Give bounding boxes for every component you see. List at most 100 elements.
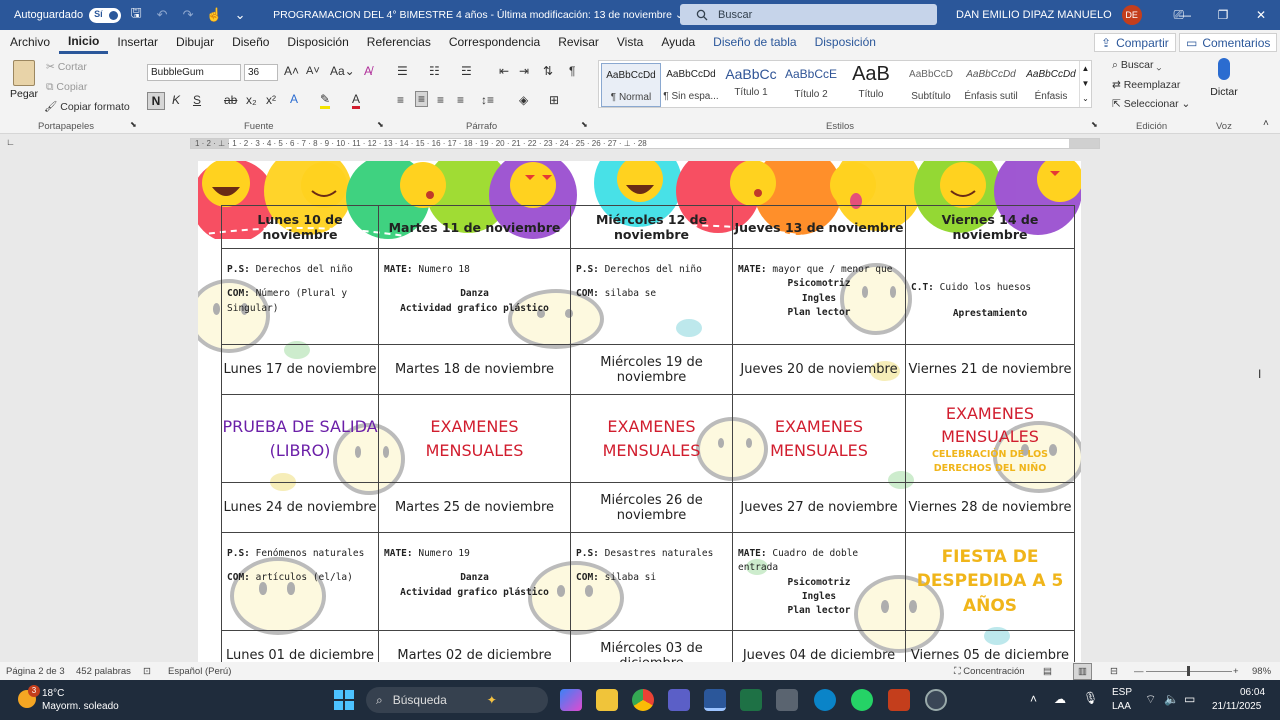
focus-mode[interactable]: ⛶ Concentración (954, 666, 1025, 677)
battery-icon[interactable]: ▭ (1184, 692, 1195, 706)
event-cell[interactable]: EXAMENES MENSUALES CELEBRACIÓN DE LOS DE… (905, 394, 1075, 483)
day-header[interactable]: Jueves 13 de noviembre (732, 205, 906, 249)
activity-cell[interactable]: MATE: Numero 18 Danza Actividad grafico … (378, 248, 571, 345)
activity-cell[interactable]: MATE: Numero 19 Danza Actividad grafico … (378, 532, 571, 631)
chevron-down-icon[interactable]: ▼ (1082, 79, 1090, 88)
date-cell[interactable]: Lunes 01 de diciembre (221, 630, 379, 662)
collapse-ribbon-icon[interactable]: ˄ (1263, 118, 1269, 129)
style-subtitle[interactable]: AaBbCcD Subtítulo (901, 63, 961, 107)
shrink-font-icon[interactable]: A˅ (306, 65, 320, 77)
more-styles-icon[interactable]: ⌄ (1082, 94, 1089, 103)
tab-correspondencia[interactable]: Correspondencia (440, 30, 549, 54)
justify-icon[interactable]: ≡ (457, 93, 464, 107)
clear-format-icon[interactable]: A̸ (364, 64, 372, 78)
paste-button[interactable]: Pegar (8, 60, 40, 110)
change-case-icon[interactable]: Aa⌄ (330, 64, 355, 78)
word-count[interactable]: 452 palabras (76, 666, 131, 677)
text-effects-icon[interactable]: A (290, 92, 298, 106)
tab-disposicion[interactable]: Disposición (278, 30, 357, 54)
chevron-up-icon[interactable]: ˄ (1030, 692, 1037, 706)
activity-cell[interactable]: P.S: Derechos del niño COM: silaba se (570, 248, 733, 345)
edge-icon[interactable] (814, 689, 836, 711)
day-header[interactable]: Viernes 14 de noviembre (905, 205, 1075, 249)
document-page[interactable]: Lunes 10 de noviembre Martes 11 de novie… (198, 161, 1081, 662)
date-cell[interactable]: Martes 18 de noviembre (378, 344, 571, 395)
style-heading-1[interactable]: AaBbCc Título 1 (721, 63, 781, 107)
clock-time[interactable]: 06:04 (1240, 687, 1265, 698)
undo-icon[interactable]: ↶ (151, 4, 173, 26)
zoom-out-icon[interactable]: — (1134, 666, 1144, 677)
align-left-icon[interactable]: ≡ (397, 93, 404, 107)
powerpoint-icon[interactable] (888, 689, 910, 711)
activity-cell[interactable]: C.T: Cuido los huesos Apresta​miento (905, 248, 1075, 345)
day-header[interactable]: Lunes 10 de noviembre (221, 205, 379, 249)
onedrive-icon[interactable]: ☁ (1054, 692, 1066, 706)
replace-button[interactable]: ⇄ Reemplazar (1112, 79, 1180, 91)
proofing-icon[interactable]: ⊡ (143, 666, 151, 677)
style-normal[interactable]: AaBbCcDd ¶ Normal (601, 63, 661, 107)
app-icon[interactable] (925, 689, 947, 711)
activity-cell[interactable]: P.S: Desastres naturales COM: silaba si (570, 532, 733, 631)
avatar[interactable]: DE (1121, 5, 1142, 25)
font-size-input[interactable]: 36 (244, 64, 278, 81)
chrome-icon[interactable] (632, 689, 654, 711)
align-center-icon[interactable]: ≡ (415, 91, 429, 107)
tab-revisar[interactable]: Revisar (549, 30, 608, 54)
date-cell[interactable]: Lunes 24 de noviembre (221, 482, 379, 533)
user-account[interactable]: DAN EMILIO DIPAZ MANUELO DE ⎚ (956, 0, 1190, 30)
page-count[interactable]: Página 2 de 3 (6, 666, 65, 677)
format-painter-button[interactable]: 🖌 Copiar formato (44, 100, 130, 113)
activity-cell[interactable]: P.S: Fenómenos naturales COM: artículos … (221, 532, 379, 631)
excel-icon[interactable] (740, 689, 762, 711)
copilot-icon[interactable] (560, 689, 582, 711)
subscript-icon[interactable]: x₂ (246, 93, 257, 107)
date-cell[interactable]: Miércoles 03 de diciembre (570, 630, 733, 662)
styles-launcher-icon[interactable]: ⬊ (1091, 120, 1098, 129)
touch-mode-icon[interactable]: ☝ (203, 4, 225, 26)
teams-icon[interactable] (668, 689, 690, 711)
share-button[interactable]: ⇪ Compartir (1094, 33, 1176, 52)
date-cell[interactable]: Miércoles 19 de noviembre (570, 344, 733, 395)
search-box[interactable]: Buscar (680, 4, 937, 25)
volume-icon[interactable]: 🔈 (1164, 692, 1179, 706)
style-emphasis[interactable]: AaBbCcDd Énfasis (1021, 63, 1081, 107)
web-layout-icon[interactable]: ⊟ (1110, 666, 1118, 677)
strikethrough-icon[interactable]: ab (224, 93, 237, 107)
style-subtle-emphasis[interactable]: AaBbCcDd Énfasis sutil (961, 63, 1021, 107)
date-cell[interactable]: Jueves 27 de noviembre (732, 482, 906, 533)
taskbar-search[interactable]: ⌕ Búsqueda ✦ (366, 687, 548, 713)
bold-button[interactable]: N (147, 92, 165, 110)
paragraph-launcher-icon[interactable]: ⬊ (581, 120, 588, 129)
print-layout-icon[interactable]: ▥ (1073, 663, 1092, 680)
numbering-icon[interactable]: ☷ (429, 64, 440, 78)
maximize-icon[interactable]: ❐ (1204, 0, 1242, 30)
date-cell[interactable]: Jueves 20 de noviembre (732, 344, 906, 395)
whatsapp-icon[interactable] (851, 689, 873, 711)
language[interactable]: Español (Perú) (168, 666, 231, 677)
sort-icon[interactable]: ⇅ (543, 64, 553, 78)
zoom-slider-thumb[interactable] (1187, 666, 1190, 676)
align-right-icon[interactable]: ≡ (437, 93, 444, 107)
underline-button[interactable]: S (193, 93, 201, 107)
autosave-toggle[interactable]: Sí (89, 7, 122, 23)
clock-date[interactable]: 21/11/2025 (1212, 701, 1261, 712)
tab-disposicion-tabla[interactable]: Disposición (806, 30, 885, 54)
style-heading-2[interactable]: AaBbCcE Título 2 (781, 63, 841, 107)
increase-indent-icon[interactable]: ⇥ (519, 64, 529, 78)
microphone-icon[interactable]: 🎙 (1083, 691, 1098, 705)
day-header[interactable]: Miércoles 12 de noviembre (570, 205, 733, 249)
tab-ayuda[interactable]: Ayuda (652, 30, 704, 54)
read-mode-icon[interactable]: ▤ (1043, 666, 1052, 677)
grow-font-icon[interactable]: A˄ (284, 64, 299, 78)
clipboard-launcher-icon[interactable]: ⬊ (130, 120, 137, 129)
tab-diseno[interactable]: Diseño (223, 30, 278, 54)
event-cell[interactable]: EXAMENES MENSUALES (732, 394, 906, 483)
highlight-icon[interactable]: ✎ (320, 92, 331, 109)
find-button[interactable]: ⌕ Buscar ⌄ (1112, 59, 1161, 72)
dictate-button[interactable]: Dictar (1206, 58, 1242, 98)
line-spacing-icon[interactable]: ↕≡ (481, 93, 494, 107)
style-no-spacing[interactable]: AaBbCcDd ¶ Sin espa... (661, 63, 721, 107)
input-language[interactable]: ESP (1112, 687, 1132, 698)
weather-widget[interactable]: 3 18°C Mayorm. soleado (18, 685, 128, 714)
document-title[interactable]: PROGRAMACION DEL 4° BIMESTRE 4 años - Úl… (273, 9, 684, 21)
